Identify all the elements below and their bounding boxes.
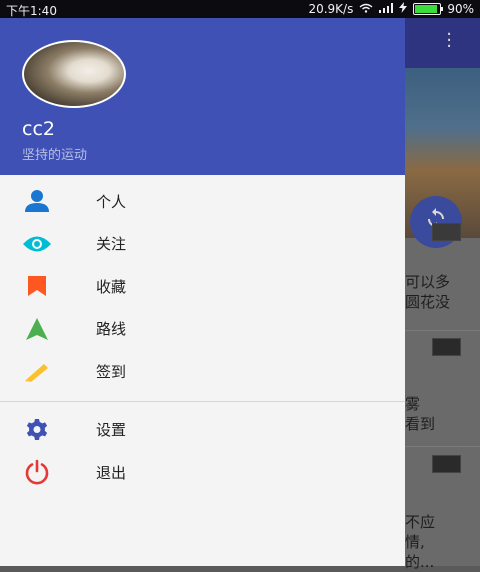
menu-item-route[interactable]: 路线 — [0, 308, 405, 351]
background-thumbnail — [432, 223, 461, 241]
background-thumbnail — [432, 455, 461, 473]
charging-icon — [399, 2, 408, 16]
background-app: · · · 可以多 圆花没 雾 看到 不应 情, 的... — [405, 18, 480, 571]
background-text: 不应 情, 的... — [405, 513, 436, 571]
menu-item-label: 收藏 — [96, 277, 127, 296]
menu-item-settings[interactable]: 设置 — [0, 409, 405, 452]
username: cc2 — [22, 118, 55, 140]
navigation-drawer: cc2 坚持的运动 个人 关注 收藏 路线 签到 设置 退出 — [0, 18, 405, 566]
menu-item-favorites[interactable]: 收藏 — [0, 265, 405, 308]
menu-item-label: 个人 — [96, 192, 127, 211]
background-divider — [405, 330, 480, 331]
status-bar: 下午1:40 20.9K/s 90% — [0, 0, 480, 18]
navigation-icon — [22, 314, 52, 344]
background-divider — [405, 446, 480, 447]
menu-divider — [0, 400, 405, 402]
menu-item-follow[interactable]: 关注 — [0, 223, 405, 266]
menu-item-logout[interactable]: 退出 — [0, 451, 405, 494]
background-text: 雾 看到 — [405, 395, 436, 433]
battery-percent: 90% — [447, 2, 474, 16]
background-thumbnail — [432, 338, 461, 356]
background-toolbar: · · · — [405, 18, 480, 68]
drawer-header: cc2 坚持的运动 — [0, 18, 405, 175]
overflow-menu-icon[interactable]: · · · — [446, 26, 452, 56]
user-motto: 坚持的运动 — [22, 148, 88, 163]
person-icon — [22, 186, 52, 216]
menu-item-label: 签到 — [96, 362, 127, 381]
signal-icon — [379, 2, 394, 16]
menu-item-label: 退出 — [96, 463, 127, 482]
network-speed: 20.9K/s — [308, 2, 354, 16]
menu-item-label: 关注 — [96, 235, 127, 254]
gear-icon — [22, 415, 52, 445]
bookmark-icon — [22, 271, 52, 301]
battery-icon — [413, 3, 444, 15]
status-indicators: 20.9K/s 90% — [308, 2, 474, 16]
avatar[interactable] — [22, 40, 126, 108]
eye-icon — [22, 229, 52, 259]
status-time: 下午1:40 — [6, 4, 57, 18]
drawer-menu: 个人 关注 收藏 路线 签到 设置 退出 — [0, 180, 405, 494]
power-icon — [22, 457, 52, 487]
menu-item-label: 路线 — [96, 320, 127, 339]
menu-item-label: 设置 — [96, 421, 127, 440]
background-text: 可以多 圆花没 — [405, 273, 451, 311]
pencil-icon — [22, 356, 52, 386]
wifi-icon — [359, 2, 373, 16]
menu-item-checkin[interactable]: 签到 — [0, 350, 405, 393]
menu-item-profile[interactable]: 个人 — [0, 180, 405, 223]
